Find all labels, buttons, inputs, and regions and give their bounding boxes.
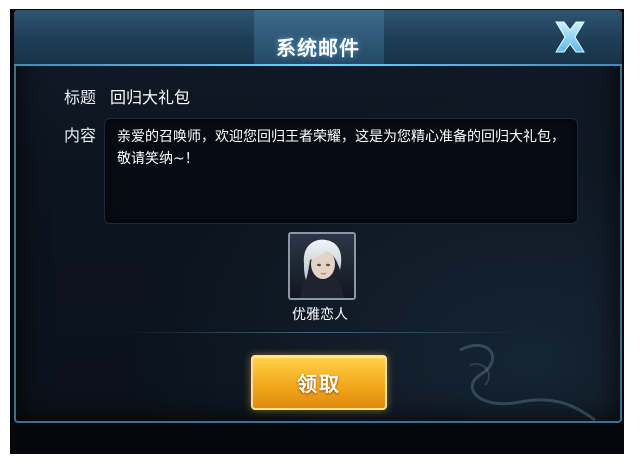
subject-label: 标题	[64, 88, 97, 107]
claim-button-label: 领取	[297, 372, 341, 396]
header-glow-line	[14, 64, 622, 66]
decorative-swirl-icon	[459, 343, 596, 422]
content-label: 内容	[64, 126, 97, 145]
close-button[interactable]	[544, 14, 596, 60]
reward-item-slot[interactable]	[288, 232, 356, 300]
close-x-icon	[555, 21, 585, 53]
content-box: 亲爱的召唤师，欢迎您回归王者荣耀，这是为您精心准备的回归大礼包，敬请笑纳~！	[104, 118, 578, 224]
reward-item-name: 优雅恋人	[292, 307, 348, 323]
subject-value: 回归大礼包	[110, 88, 191, 107]
content-text: 亲爱的召唤师，欢迎您回归王者荣耀，这是为您精心准备的回归大礼包，敬请笑纳~！	[117, 129, 565, 167]
dialog-header: 系统邮件	[14, 10, 622, 66]
dialog-title: 系统邮件	[276, 36, 360, 60]
hero-skin-portrait-icon	[290, 234, 354, 298]
claim-button[interactable]: 领取	[251, 355, 387, 410]
